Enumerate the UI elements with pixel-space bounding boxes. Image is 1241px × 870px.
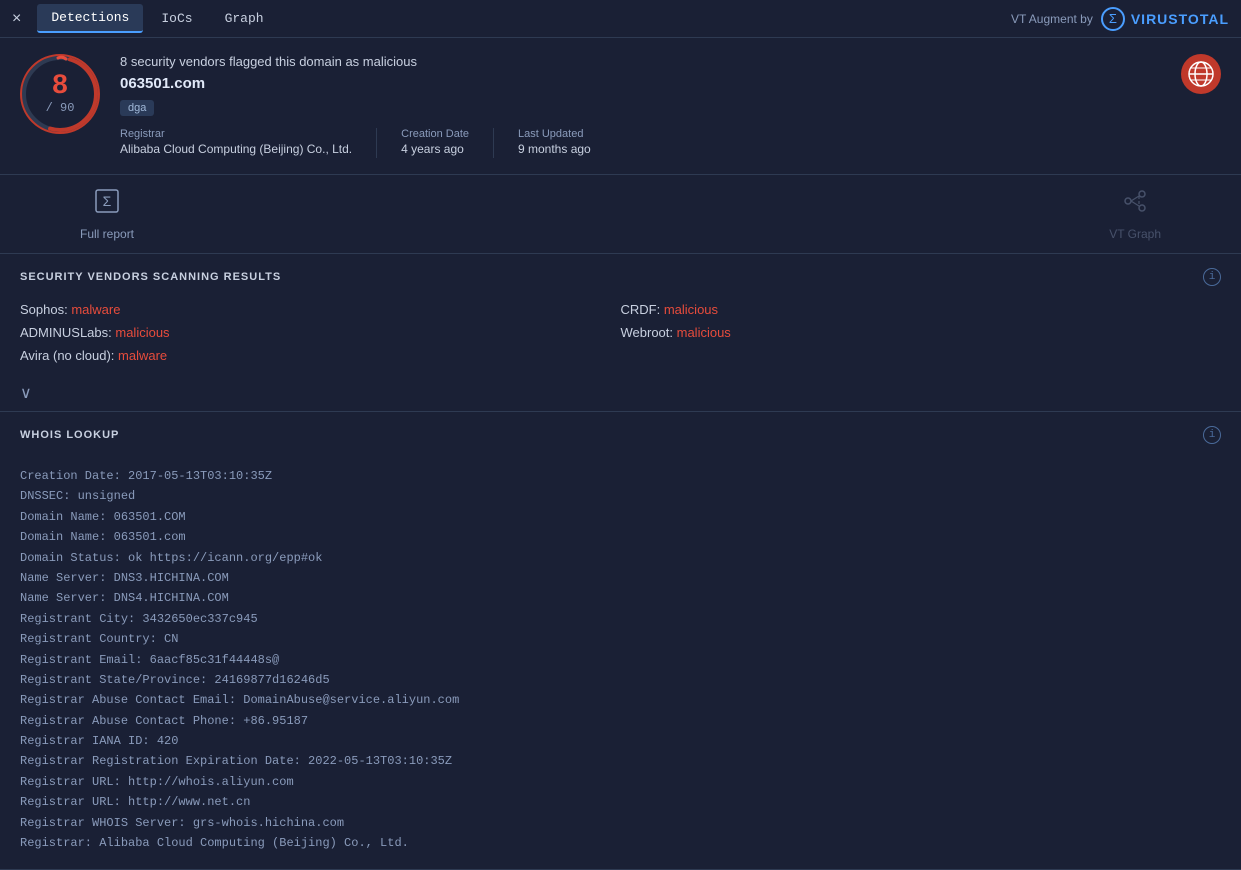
registrar-label: Registrar bbox=[120, 128, 352, 140]
tab-detections[interactable]: Detections bbox=[37, 4, 143, 33]
last-updated-value: 9 months ago bbox=[518, 140, 591, 158]
last-updated-label: Last Updated bbox=[518, 128, 591, 140]
security-vendors-title: SECURITY VENDORS SCANNING RESULTS bbox=[20, 271, 281, 283]
security-vendors-content: Sophos: malware CRDF: malicious ADMINUSL… bbox=[0, 300, 1241, 379]
full-report-label: Full report bbox=[80, 227, 134, 241]
vt-brand-text: VIRUSTOTAL bbox=[1131, 11, 1229, 27]
vendor-crdf: CRDF: malicious bbox=[621, 300, 1222, 319]
security-vendors-header[interactable]: SECURITY VENDORS SCANNING RESULTS i bbox=[0, 254, 1241, 300]
registrar-block: Registrar Alibaba Cloud Computing (Beiji… bbox=[120, 128, 377, 158]
vendor-sophos: Sophos: malware bbox=[20, 300, 621, 319]
tab-iocs[interactable]: IoCs bbox=[147, 5, 206, 32]
registrar-value: Alibaba Cloud Computing (Beijing) Co., L… bbox=[120, 140, 352, 158]
flagged-text: 8 security vendors flagged this domain a… bbox=[120, 54, 1161, 69]
vendor-webroot: Webroot: malicious bbox=[621, 323, 1222, 342]
vt-augment-bar: VT Augment by Σ VIRUSTOTAL bbox=[1011, 7, 1229, 31]
full-report-button[interactable]: Σ Full report bbox=[80, 187, 134, 241]
domain-details: 8 security vendors flagged this domain a… bbox=[120, 54, 1161, 158]
vendor-adminuslabs: ADMINUSLabs: malicious bbox=[20, 323, 621, 342]
whois-title: WHOIS LOOKUP bbox=[20, 429, 119, 441]
full-report-icon: Σ bbox=[93, 187, 121, 221]
whois-header[interactable]: WHOIS LOOKUP i bbox=[0, 412, 1241, 458]
vendor-grid: Sophos: malware CRDF: malicious ADMINUSL… bbox=[20, 300, 1221, 365]
vendor-avira: Avira (no cloud): malware bbox=[20, 346, 621, 365]
vt-graph-label: VT Graph bbox=[1109, 227, 1161, 241]
meta-row: Registrar Alibaba Cloud Computing (Beiji… bbox=[120, 128, 1161, 158]
vt-logo: Σ VIRUSTOTAL bbox=[1101, 7, 1229, 31]
creation-date-value: 4 years ago bbox=[401, 140, 469, 158]
security-info-icon[interactable]: i bbox=[1203, 268, 1221, 286]
vt-graph-icon bbox=[1121, 187, 1149, 221]
vt-sigma-icon: Σ bbox=[1101, 7, 1125, 31]
security-vendors-section: SECURITY VENDORS SCANNING RESULTS i Soph… bbox=[0, 254, 1241, 412]
domain-globe-icon bbox=[1181, 54, 1221, 94]
domain-info-header: 8 / 90 8 security vendors flagged this d… bbox=[0, 38, 1241, 175]
tab-graph[interactable]: Graph bbox=[211, 5, 278, 32]
augment-label: VT Augment by bbox=[1011, 12, 1093, 26]
creation-date-label: Creation Date bbox=[401, 128, 469, 140]
whois-info-icon[interactable]: i bbox=[1203, 426, 1221, 444]
last-updated-block: Last Updated 9 months ago bbox=[518, 128, 615, 158]
top-navigation: × Detections IoCs Graph VT Augment by Σ … bbox=[0, 0, 1241, 38]
threat-score-circle: 8 / 90 bbox=[20, 54, 100, 134]
action-row: Σ Full report VT Graph bbox=[0, 175, 1241, 254]
creation-date-block: Creation Date 4 years ago bbox=[401, 128, 494, 158]
expand-vendors-arrow[interactable]: ∨ bbox=[0, 379, 1241, 411]
svg-text:Σ: Σ bbox=[103, 193, 112, 209]
score-arc-svg bbox=[20, 54, 100, 134]
whois-content: Creation Date: 2017-05-13T03:10:35Z DNSS… bbox=[0, 458, 1241, 869]
vt-graph-button[interactable]: VT Graph bbox=[1109, 187, 1161, 241]
globe-svg bbox=[1187, 60, 1215, 88]
nav-tabs: Detections IoCs Graph bbox=[37, 4, 277, 33]
domain-name: 063501.com bbox=[120, 75, 1161, 92]
whois-section: WHOIS LOOKUP i Creation Date: 2017-05-13… bbox=[0, 412, 1241, 870]
close-button[interactable]: × bbox=[12, 11, 21, 27]
dga-tag: dga bbox=[120, 100, 154, 116]
